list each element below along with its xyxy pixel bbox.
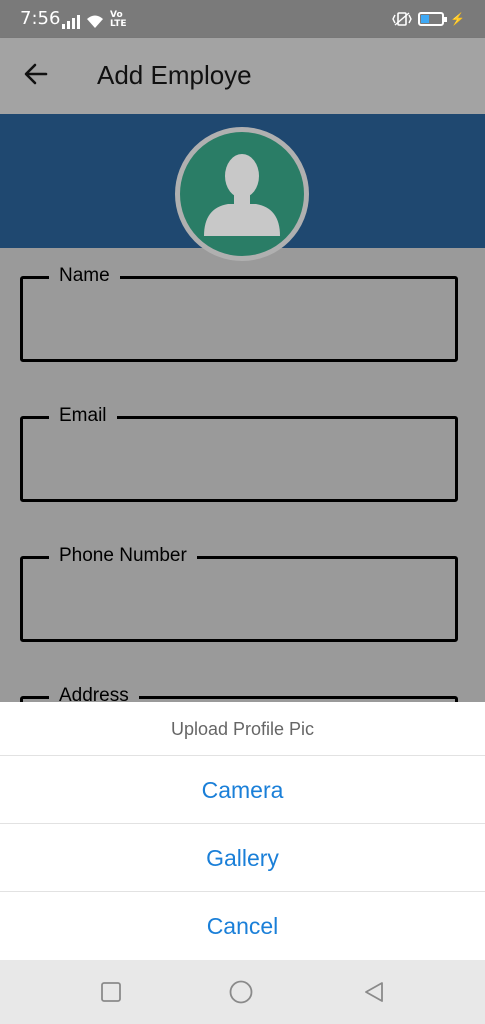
- battery-fill: [421, 15, 429, 23]
- email-field[interactable]: Email: [20, 405, 458, 502]
- phone-number-field[interactable]: Phone Number: [20, 545, 458, 642]
- action-sheet: Upload Profile Pic Camera Gallery Cancel: [0, 702, 485, 960]
- phone-number-field-label: Phone Number: [49, 545, 197, 567]
- email-field-label: Email: [49, 405, 117, 427]
- square-recents-icon[interactable]: [99, 980, 123, 1004]
- circle-home-icon[interactable]: [229, 980, 253, 1004]
- action-sheet-title: Upload Profile Pic: [0, 702, 485, 756]
- vibrate-icon: [392, 12, 412, 26]
- arrow-left-icon[interactable]: [22, 60, 50, 88]
- wifi-icon: [87, 15, 103, 28]
- volte-icon: Vo LTE: [110, 10, 127, 29]
- gallery-option[interactable]: Gallery: [0, 824, 485, 892]
- cancel-option[interactable]: Cancel: [0, 892, 485, 960]
- name-field-label: Name: [49, 265, 120, 287]
- camera-option[interactable]: Camera: [0, 756, 485, 824]
- app-bar: Add Employe: [0, 38, 485, 114]
- status-bar: 7:56 Vo LTE ⚡: [0, 0, 485, 38]
- page-title: Add Employe: [97, 60, 252, 90]
- name-field[interactable]: Name: [20, 265, 458, 362]
- charging-icon: ⚡: [450, 12, 465, 26]
- triangle-back-icon[interactable]: [362, 980, 386, 1004]
- status-icons-left: Vo LTE: [62, 11, 127, 29]
- signal-icon: [62, 13, 80, 29]
- system-nav-bar: [0, 960, 485, 1024]
- avatar-button[interactable]: [175, 127, 309, 261]
- person-silhouette-icon: [204, 154, 280, 236]
- status-time: 7:56: [20, 8, 61, 29]
- battery-icon: [418, 12, 448, 26]
- status-icons-right: ⚡: [392, 11, 465, 27]
